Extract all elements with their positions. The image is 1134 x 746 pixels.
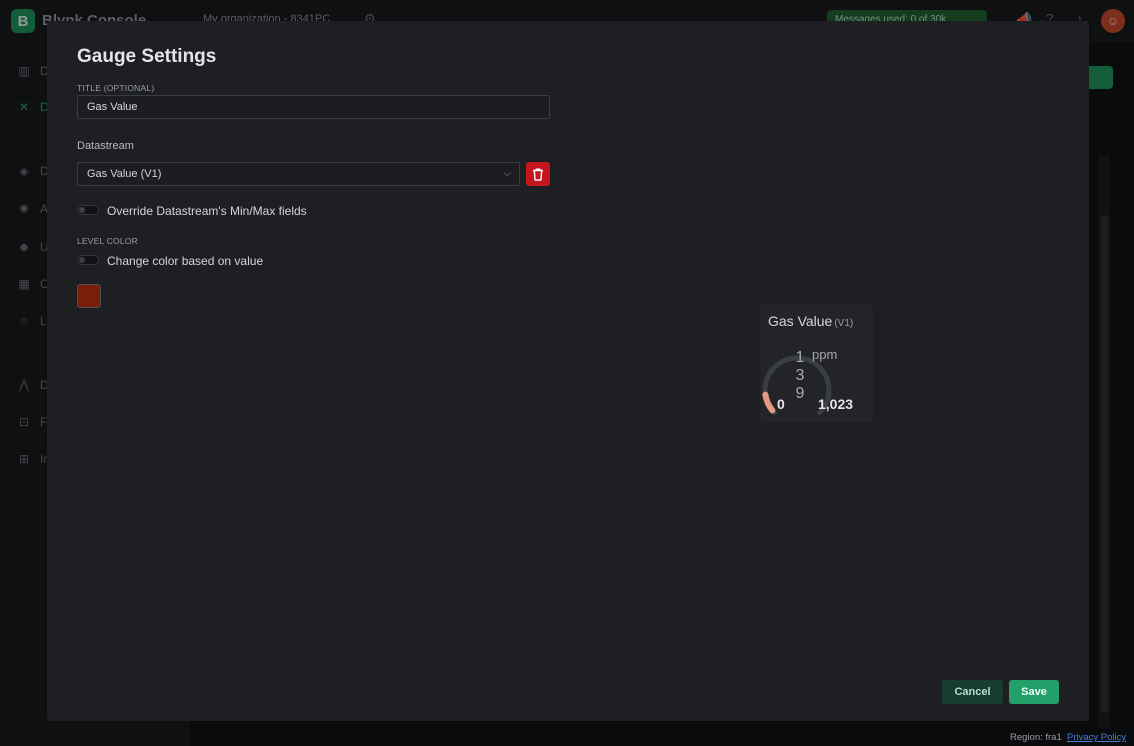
level-color-swatch[interactable] xyxy=(77,284,101,308)
toggle-knob xyxy=(79,207,85,213)
level-color-label: LEVEL COLOR xyxy=(77,236,138,246)
color-by-value-label: Change color based on value xyxy=(107,254,264,268)
datastream-selected-value: Gas Value (V1) xyxy=(87,168,162,180)
gauge-unit: ppm xyxy=(812,347,838,362)
save-button[interactable]: Save xyxy=(1009,680,1059,704)
title-field-label: TITLE (OPTIONAL) xyxy=(77,83,155,93)
gauge-preview-card: Gas Value (V1) 139 ppm 0 1,023 xyxy=(760,303,873,422)
delete-datastream-button[interactable] xyxy=(526,162,550,186)
title-input[interactable]: Gas Value xyxy=(77,95,550,119)
datastream-label: Datastream xyxy=(77,140,134,152)
chevron-down-icon: ⌵ xyxy=(503,168,511,179)
datastream-select[interactable]: Gas Value (V1) ⌵ xyxy=(77,162,520,186)
gauge-settings-modal: Gauge Settings TITLE (OPTIONAL) Gas Valu… xyxy=(47,21,1089,721)
gauge-min-label: 0 xyxy=(777,396,785,412)
toggle-knob xyxy=(79,257,85,263)
gauge-max-label: 1,023 xyxy=(818,396,854,412)
override-minmax-label: Override Datastream's Min/Max fields xyxy=(107,204,307,218)
region-label: Region: fra1 xyxy=(1010,732,1062,743)
gauge-value: 139 xyxy=(795,349,805,402)
trash-icon xyxy=(533,168,543,181)
gauge-level-arc xyxy=(762,391,776,414)
override-minmax-toggle[interactable] xyxy=(77,205,99,215)
modal-title: Gauge Settings xyxy=(77,46,217,67)
cancel-button[interactable]: Cancel xyxy=(942,680,1003,704)
color-by-value-toggle[interactable] xyxy=(77,255,99,265)
privacy-policy-link[interactable]: Privacy Policy xyxy=(1067,732,1126,743)
